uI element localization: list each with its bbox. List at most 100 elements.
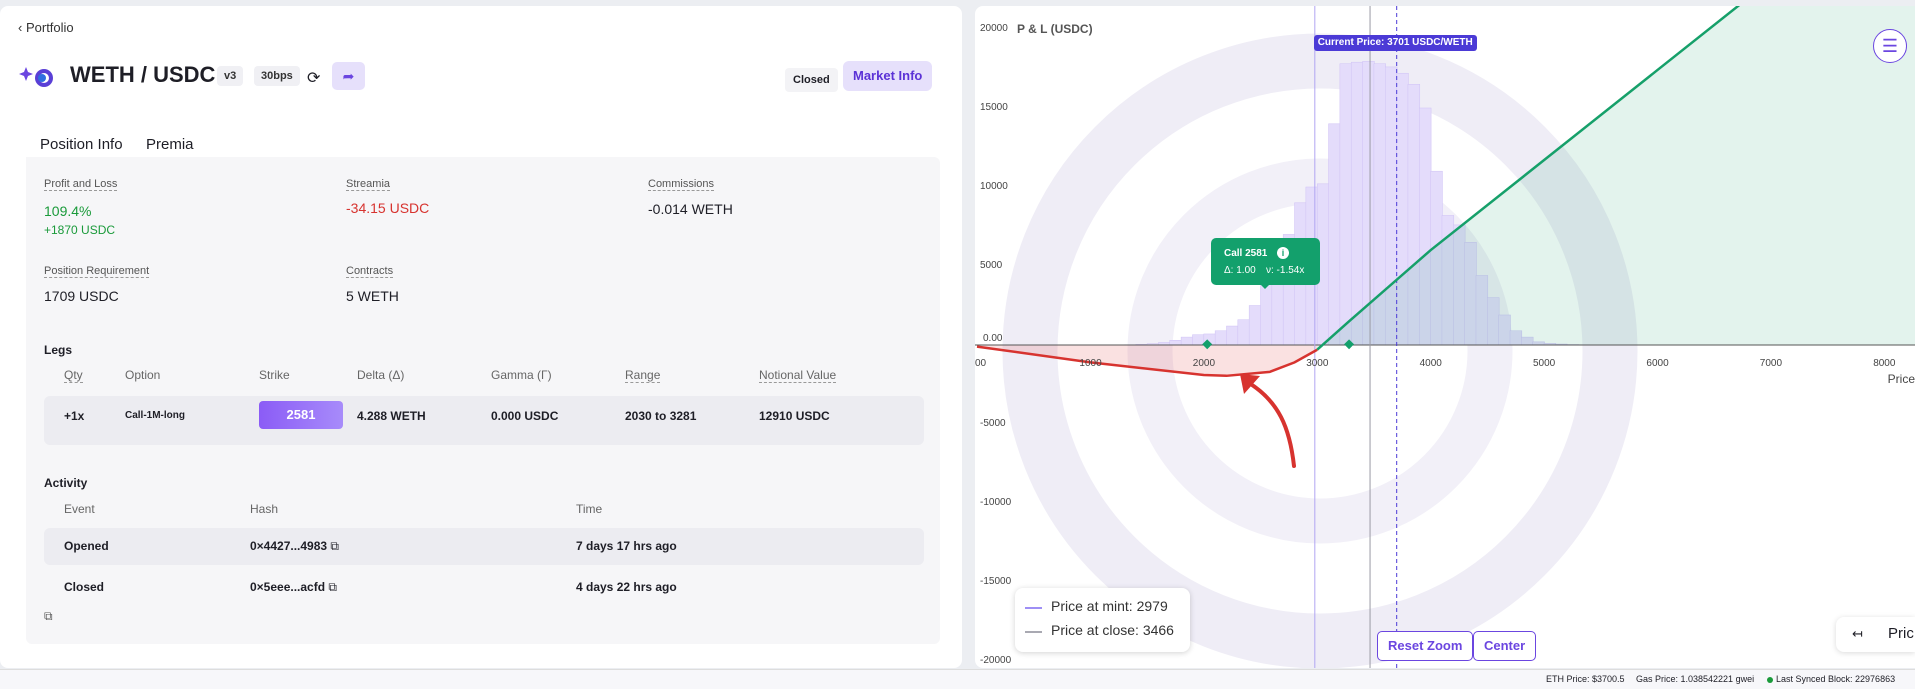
- x-tick-label: 1000: [1079, 358, 1101, 369]
- current-price-label: Current Price: 3701 USDC/WETH: [1314, 35, 1477, 51]
- x-tick-label: 5000: [1533, 358, 1555, 369]
- legs-header-qty: Qty: [64, 368, 83, 383]
- pnl-label: Profit and Loss: [44, 178, 117, 191]
- activity-header-hash: Hash: [250, 502, 278, 516]
- pnl-usdc: +1870 USDC: [44, 223, 115, 237]
- activity-header-event: Event: [64, 502, 95, 516]
- center-button[interactable]: Center: [1473, 631, 1536, 661]
- leg-option: Call-1M-long: [125, 410, 185, 421]
- histogram-bar: [1192, 335, 1204, 345]
- y-tick-label: 10000: [980, 181, 1008, 192]
- y-tick-label: 20000: [980, 23, 1008, 34]
- y-tick-label: -5000: [980, 418, 1006, 429]
- activity-event: Opened: [64, 539, 109, 553]
- activity-time: 7 days 17 hrs ago: [576, 539, 677, 553]
- gas-price: Gas Price: 1.038542221 gwei: [1636, 674, 1754, 684]
- pnl-percent: 109.4%: [44, 203, 91, 219]
- legs-header-range: Range: [625, 368, 660, 383]
- synced-block: Last Synced Block: 22976863: [1776, 674, 1895, 684]
- collapse-arrow-icon: ↤: [1852, 626, 1863, 642]
- info-icon[interactable]: i: [1277, 247, 1289, 259]
- histogram-bar: [1170, 340, 1182, 345]
- histogram-bar: [1249, 306, 1261, 346]
- leg-strike-badge: 2581: [259, 401, 343, 429]
- position-panel: ‹ Portfolio WETH / USDC v3 30bps ⟳ ➦ Clo…: [0, 6, 962, 668]
- legs-header-gamma: Gamma (Γ): [491, 368, 552, 382]
- status-footer: ETH Price: $3700.5 Gas Price: 1.03854222…: [0, 669, 1915, 689]
- chevron-left-icon: ‹: [18, 20, 22, 35]
- eth-price: ETH Price: $3700.5: [1546, 674, 1625, 684]
- x-tick-label: 3000: [1306, 358, 1328, 369]
- leg-tooltip: Call 2581 i Δ: 1.00 ν: -1.54x: [1211, 238, 1320, 285]
- share-button[interactable]: ➦: [332, 62, 365, 90]
- x-tick-label: 6000: [1646, 358, 1668, 369]
- leg-range: 2030 to 3281: [625, 409, 696, 423]
- external-link-icon: ⧉: [330, 539, 339, 553]
- leg-delta: 4.288 WETH: [357, 409, 426, 423]
- streamia-label: Streamia: [346, 178, 390, 191]
- legs-header-option: Option: [125, 368, 160, 382]
- activity-event: Closed: [64, 580, 104, 594]
- legs-header-notional: Notional Value: [759, 368, 836, 383]
- activity-header-time: Time: [576, 502, 602, 516]
- back-label: Portfolio: [26, 20, 74, 35]
- price-toggle[interactable]: ↤ Pric: [1836, 617, 1915, 652]
- leg-gamma: 0.000 USDC: [491, 409, 558, 423]
- requirement-label: Position Requirement: [44, 265, 149, 278]
- histogram-bar: [1261, 282, 1273, 345]
- menu-icon[interactable]: ☰: [1873, 29, 1907, 63]
- reset-zoom-button[interactable]: Reset Zoom: [1377, 631, 1473, 661]
- y-tick-label: -15000: [980, 576, 1011, 587]
- histogram-bar: [1238, 320, 1250, 345]
- activity-hash-link[interactable]: 0×4427...4983 ⧉: [250, 539, 339, 554]
- histogram-bar: [1215, 331, 1227, 345]
- histogram-bar: [1340, 64, 1352, 345]
- legs-header-strike: Strike: [259, 368, 290, 382]
- pair-logo-icon: [18, 61, 56, 91]
- commissions-label: Commissions: [648, 178, 714, 191]
- legend-swatch-close: [1025, 631, 1042, 633]
- activity-title: Activity: [44, 476, 87, 490]
- chart-legend: Price at mint: 2979 Price at close: 3466: [1015, 588, 1190, 652]
- contracts-value: 5 WETH: [346, 288, 399, 304]
- y-tick-label: -20000: [980, 655, 1011, 666]
- refresh-icon[interactable]: ⟳: [307, 68, 320, 88]
- leg-qty: +1x: [64, 409, 84, 423]
- tooltip-pointer: [1259, 283, 1271, 289]
- share-arrow-icon: ➦: [343, 68, 355, 84]
- legend-swatch-mint: [1025, 607, 1042, 609]
- legend-mint: Price at mint: 2979: [1051, 598, 1168, 614]
- activity-row-opened: [44, 528, 924, 565]
- pnl-chart-panel: P & L (USDC) Price Current Price: 3701 U…: [975, 6, 1915, 668]
- tooltip-title: Call 2581: [1224, 248, 1267, 259]
- activity-hash: 0×4427...4983: [250, 539, 327, 553]
- sync-status-dot: [1767, 677, 1773, 683]
- y-tick-label: 5000: [980, 260, 1002, 271]
- version-chip: v3: [217, 66, 243, 86]
- y-tick-label: -10000: [980, 497, 1011, 508]
- x-axis-label: Price: [1888, 372, 1915, 386]
- copy-icon[interactable]: ⧉: [44, 609, 53, 624]
- pair-title: WETH / USDC: [70, 62, 215, 88]
- status-badge: Closed: [785, 68, 838, 92]
- activity-time: 4 days 22 hrs ago: [576, 580, 677, 594]
- fee-chip: 30bps: [254, 66, 300, 86]
- pnl-chart[interactable]: [975, 6, 1915, 668]
- histogram-bar: [1351, 62, 1363, 345]
- x-tick-label: 7000: [1760, 358, 1782, 369]
- x-tick-label: 00: [975, 358, 986, 369]
- activity-hash: 0×5eee...acfd: [250, 580, 325, 594]
- activity-hash-link[interactable]: 0×5eee...acfd ⧉: [250, 580, 337, 595]
- requirement-value: 1709 USDC: [44, 288, 119, 304]
- leg-notional: 12910 USDC: [759, 409, 830, 423]
- legs-header-delta: Delta (Δ): [357, 368, 404, 382]
- market-info-button[interactable]: Market Info: [843, 61, 932, 91]
- histogram-bar: [1226, 326, 1238, 345]
- x-tick-label: 2000: [1193, 358, 1215, 369]
- y-tick-label: 0.00: [983, 333, 1002, 344]
- commissions-value: -0.014 WETH: [648, 201, 733, 217]
- y-axis-label: P & L (USDC): [1017, 22, 1093, 36]
- back-link[interactable]: ‹ Portfolio: [18, 20, 74, 35]
- streamia-value: -34.15 USDC: [346, 200, 429, 216]
- x-tick-label: 4000: [1420, 358, 1442, 369]
